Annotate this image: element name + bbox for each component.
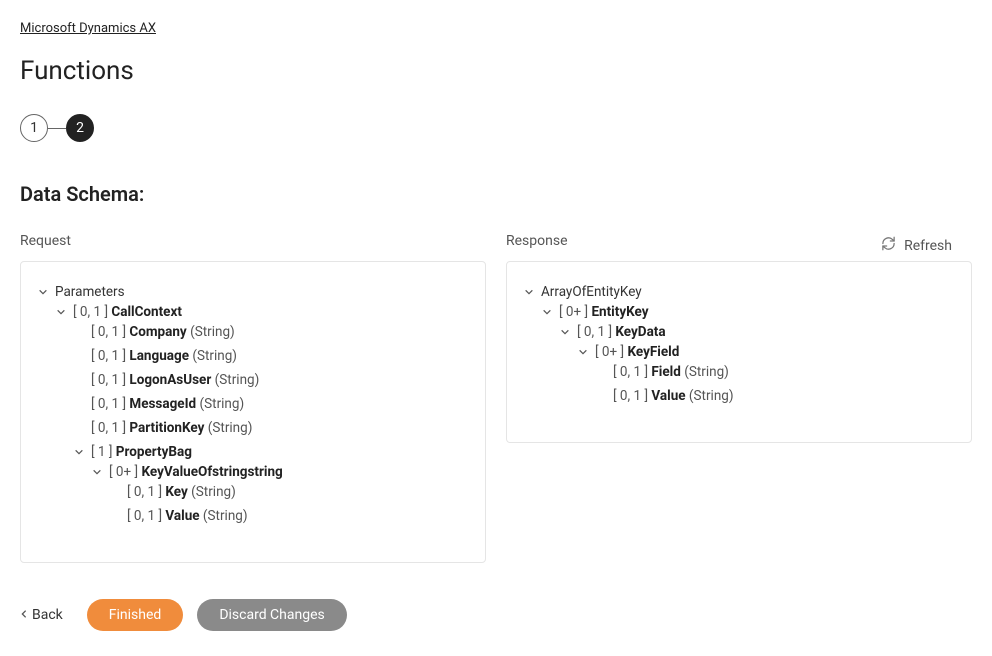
tree-node-label: [ 0, 1 ] Value (String) bbox=[127, 508, 248, 524]
tree-node-label: [ 0, 1 ] Company (String) bbox=[91, 324, 235, 340]
back-label: Back bbox=[32, 607, 63, 623]
tree-node-row[interactable]: ArrayOfEntityKey bbox=[523, 284, 955, 300]
request-label: Request bbox=[20, 233, 486, 249]
discard-button[interactable]: Discard Changes bbox=[197, 599, 346, 631]
tree-node-label: [ 0, 1 ] MessageId (String) bbox=[91, 396, 244, 412]
tree-node-row: [ 0, 1 ] Field (String) bbox=[595, 364, 955, 380]
tree-node-row[interactable]: Parameters bbox=[37, 284, 469, 300]
tree-node-label: [ 0, 1 ] Field (String) bbox=[613, 364, 729, 380]
breadcrumb[interactable]: Microsoft Dynamics AX bbox=[20, 21, 156, 36]
tree-node-label: [ 0+ ] EntityKey bbox=[559, 304, 649, 320]
tree-node-row: [ 0, 1 ] Value (String) bbox=[109, 508, 469, 524]
chevron-down-icon[interactable] bbox=[577, 347, 589, 357]
tree-node: [ 0, 1 ] Company (String) bbox=[73, 320, 469, 344]
response-label: Response bbox=[506, 233, 972, 249]
response-tree-panel: ArrayOfEntityKey [ 0+ ] EntityKey [ 0, 1 ]… bbox=[506, 261, 972, 443]
tree-node-label: [ 0+ ] KeyValueOfstringstring bbox=[109, 464, 283, 480]
chevron-down-icon[interactable] bbox=[91, 467, 103, 477]
tree-node: [ 0+ ] EntityKey[ 0, 1 ] KeyData[ 0+ ] K… bbox=[541, 300, 955, 420]
tree-node: [ 0, 1 ] MessageId (String) bbox=[73, 392, 469, 416]
tree-node-label: [ 0, 1 ] LogonAsUser (String) bbox=[91, 372, 259, 388]
tree-node-label: [ 0, 1 ] Language (String) bbox=[91, 348, 237, 364]
tree-node-label: ArrayOfEntityKey bbox=[541, 284, 642, 300]
chevron-down-icon[interactable] bbox=[559, 327, 571, 337]
section-title: Data Schema: bbox=[20, 182, 972, 206]
wizard-step-2[interactable]: 2 bbox=[66, 114, 94, 142]
tree-node: ArrayOfEntityKey [ 0+ ] EntityKey [ 0, 1 ]… bbox=[523, 280, 955, 424]
tree-node-row: [ 0, 1 ] Key (String) bbox=[109, 484, 469, 500]
tree-node: [ 0, 1 ] KeyData [ 0+ ] KeyField [ 0, 1 ] … bbox=[559, 320, 955, 416]
tree-node: [ 0, 1 ] Language (String) bbox=[73, 344, 469, 368]
finished-button[interactable]: Finished bbox=[87, 599, 184, 631]
tree-node: [ 1 ] PropertyBag[ 0+ ] KeyValueOfstring… bbox=[73, 440, 469, 536]
chevron-down-icon[interactable] bbox=[55, 307, 67, 317]
tree-node-row: [ 0, 1 ] Company (String) bbox=[73, 324, 469, 340]
tree-node-label: [ 0, 1 ] CallContext bbox=[73, 304, 182, 320]
tree-node-row: [ 0, 1 ] LogonAsUser (String) bbox=[73, 372, 469, 388]
wizard-steps: 12 bbox=[20, 114, 972, 142]
tree-node: [ 0, 1 ] LogonAsUser (String) bbox=[73, 368, 469, 392]
step-connector bbox=[48, 128, 66, 129]
tree-node-label: Parameters bbox=[55, 284, 125, 300]
chevron-down-icon[interactable] bbox=[541, 307, 553, 317]
tree-node-label: [ 0+ ] KeyField bbox=[595, 344, 679, 360]
tree-node-row: [ 0, 1 ] Value (String) bbox=[595, 388, 955, 404]
tree-node-row[interactable]: [ 0+ ] KeyField bbox=[577, 344, 955, 360]
tree-node: [ 0, 1 ] Value (String) bbox=[109, 504, 469, 528]
tree-node-label: [ 0, 1 ] Key (String) bbox=[127, 484, 236, 500]
tree-node-row[interactable]: [ 1 ] PropertyBag bbox=[73, 444, 469, 460]
tree-node-row: [ 0, 1 ] MessageId (String) bbox=[73, 396, 469, 412]
tree-node: [ 0, 1 ] Field (String) bbox=[595, 360, 955, 384]
tree-node: [ 0, 1 ] Key (String) bbox=[109, 480, 469, 504]
tree-node: [ 0, 1 ] PartitionKey (String) bbox=[73, 416, 469, 440]
tree-node-row[interactable]: [ 0, 1 ] KeyData bbox=[559, 324, 955, 340]
page-title: Functions bbox=[20, 56, 972, 86]
tree-node-row[interactable]: [ 0+ ] KeyValueOfstringstring bbox=[91, 464, 469, 480]
tree-node: [ 0+ ] KeyValueOfstringstring [ 0, 1 ] Ke… bbox=[91, 460, 469, 532]
tree-node: [ 0+ ] KeyField [ 0, 1 ] Field (String) [ … bbox=[577, 340, 955, 412]
tree-node: [ 0, 1 ] CallContext [ 0, 1 ] Company (St… bbox=[55, 300, 469, 540]
chevron-down-icon[interactable] bbox=[37, 287, 49, 297]
tree-node: Parameters[ 0, 1 ] CallContext[ 0, 1 ] C… bbox=[37, 280, 469, 544]
tree-node-row: [ 0, 1 ] PartitionKey (String) bbox=[73, 420, 469, 436]
tree-node-label: [ 0, 1 ] KeyData bbox=[577, 324, 666, 340]
chevron-down-icon[interactable] bbox=[73, 447, 85, 457]
tree-node-label: [ 1 ] PropertyBag bbox=[91, 444, 192, 460]
chevron-left-icon bbox=[20, 607, 28, 623]
tree-node-row[interactable]: [ 0, 1 ] CallContext bbox=[55, 304, 469, 320]
tree-node-label: [ 0, 1 ] Value (String) bbox=[613, 388, 734, 404]
chevron-down-icon[interactable] bbox=[523, 287, 535, 297]
wizard-step-1[interactable]: 1 bbox=[20, 114, 48, 142]
tree-node: [ 0, 1 ] Value (String) bbox=[595, 384, 955, 408]
tree-node-label: [ 0, 1 ] PartitionKey (String) bbox=[91, 420, 252, 436]
tree-node-row: [ 0, 1 ] Language (String) bbox=[73, 348, 469, 364]
tree-node-row[interactable]: [ 0+ ] EntityKey bbox=[541, 304, 955, 320]
back-button[interactable]: Back bbox=[20, 607, 63, 623]
request-tree-panel: Parameters[ 0, 1 ] CallContext[ 0, 1 ] C… bbox=[20, 261, 486, 563]
